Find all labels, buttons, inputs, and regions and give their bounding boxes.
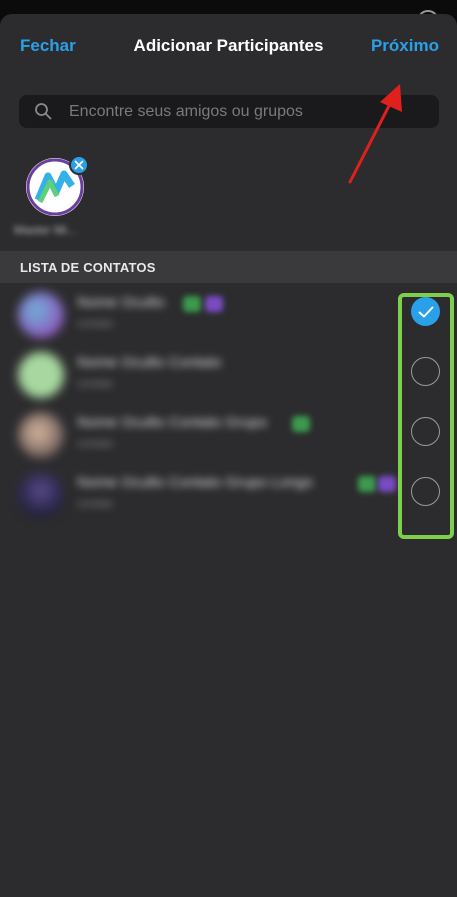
badge-icon: [378, 476, 396, 492]
badge-icon: [205, 296, 223, 312]
next-button[interactable]: Próximo: [371, 36, 439, 56]
contact-row[interactable]: Nome Oculto Contato Grupo Longo contato: [0, 466, 457, 526]
search-icon: [35, 103, 52, 120]
contact-name: Nome Oculto Contato Grupo Longo: [77, 474, 313, 491]
contact-name: Nome Oculto Contato: [77, 354, 222, 371]
contacts-section-header: LISTA DE CONTATOS: [0, 251, 457, 283]
check-icon: [418, 306, 433, 317]
contact-name: Nome Oculto Contato Grupo: [77, 414, 268, 431]
contact-checkbox[interactable]: [411, 357, 440, 386]
add-participants-sheet: Fechar Adicionar Participantes Próximo M…: [0, 14, 457, 897]
header: Fechar Adicionar Participantes Próximo: [0, 14, 457, 78]
section-label: LISTA DE CONTATOS: [20, 260, 156, 275]
contact-subtitle: contato: [77, 378, 114, 390]
contact-subtitle: contato: [77, 438, 114, 450]
contact-checkbox[interactable]: [411, 477, 440, 506]
contact-avatar: [18, 472, 64, 518]
badge-icon: [183, 296, 201, 312]
contact-checkbox[interactable]: [411, 417, 440, 446]
search-input[interactable]: [69, 95, 429, 128]
contact-name: Nome Oculto: [77, 294, 165, 311]
contact-avatar: [18, 292, 64, 338]
close-icon: [74, 160, 84, 170]
contact-subtitle: contato: [77, 318, 114, 330]
contact-checkbox-selected[interactable]: [411, 297, 440, 326]
close-button[interactable]: Fechar: [20, 36, 76, 56]
remove-selected-button[interactable]: [69, 155, 89, 175]
contact-subtitle: contato: [77, 498, 114, 510]
contact-avatar: [18, 412, 64, 458]
badge-icon: [292, 416, 310, 432]
badge-icon: [358, 476, 376, 492]
selected-participants: Master Mi...: [0, 146, 457, 251]
selected-name: Master Mi...: [14, 223, 77, 237]
contact-row[interactable]: Nome Oculto Contato Grupo contato: [0, 406, 457, 466]
contact-avatar: [18, 352, 64, 398]
contact-row[interactable]: Nome Oculto Contato contato: [0, 346, 457, 406]
contact-row[interactable]: Nome Oculto contato: [0, 286, 457, 346]
search-bar[interactable]: [19, 95, 439, 128]
